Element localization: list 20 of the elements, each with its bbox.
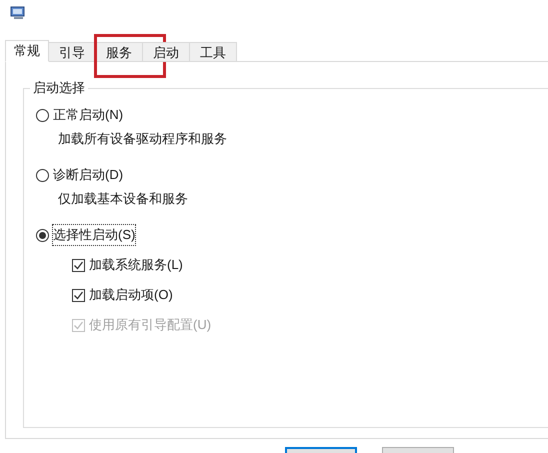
tab[interactable]: 服务 — [96, 42, 143, 62]
checkbox-label: 加载启动项(O) — [89, 286, 173, 304]
tab[interactable]: 启动 — [143, 42, 190, 62]
radio-label: 诊断启动(D) — [53, 166, 124, 184]
radio-button[interactable] — [36, 108, 49, 122]
radio-button[interactable] — [36, 228, 49, 242]
group-title: 启动选择 — [30, 80, 88, 96]
radio-label: 选择性启动(S) — [53, 225, 136, 245]
option-description: 仅加载基本设备和服务 — [57, 191, 189, 207]
checkbox-label: 加载系统服务(L) — [89, 256, 183, 274]
checkbox[interactable] — [72, 258, 85, 272]
option-description: 加载所有设备驱动程序和服务 — [57, 131, 228, 147]
tab[interactable]: 常规 — [5, 40, 49, 62]
tab[interactable]: 工具 — [190, 42, 237, 62]
tab[interactable]: 引导 — [49, 42, 96, 62]
computer-icon — [10, 6, 26, 20]
radio-label: 正常启动(N) — [53, 106, 124, 124]
checkbox[interactable] — [72, 288, 85, 302]
checkbox-label: 使用原有引导配置(U) — [89, 316, 212, 334]
radio-button[interactable] — [36, 168, 49, 182]
